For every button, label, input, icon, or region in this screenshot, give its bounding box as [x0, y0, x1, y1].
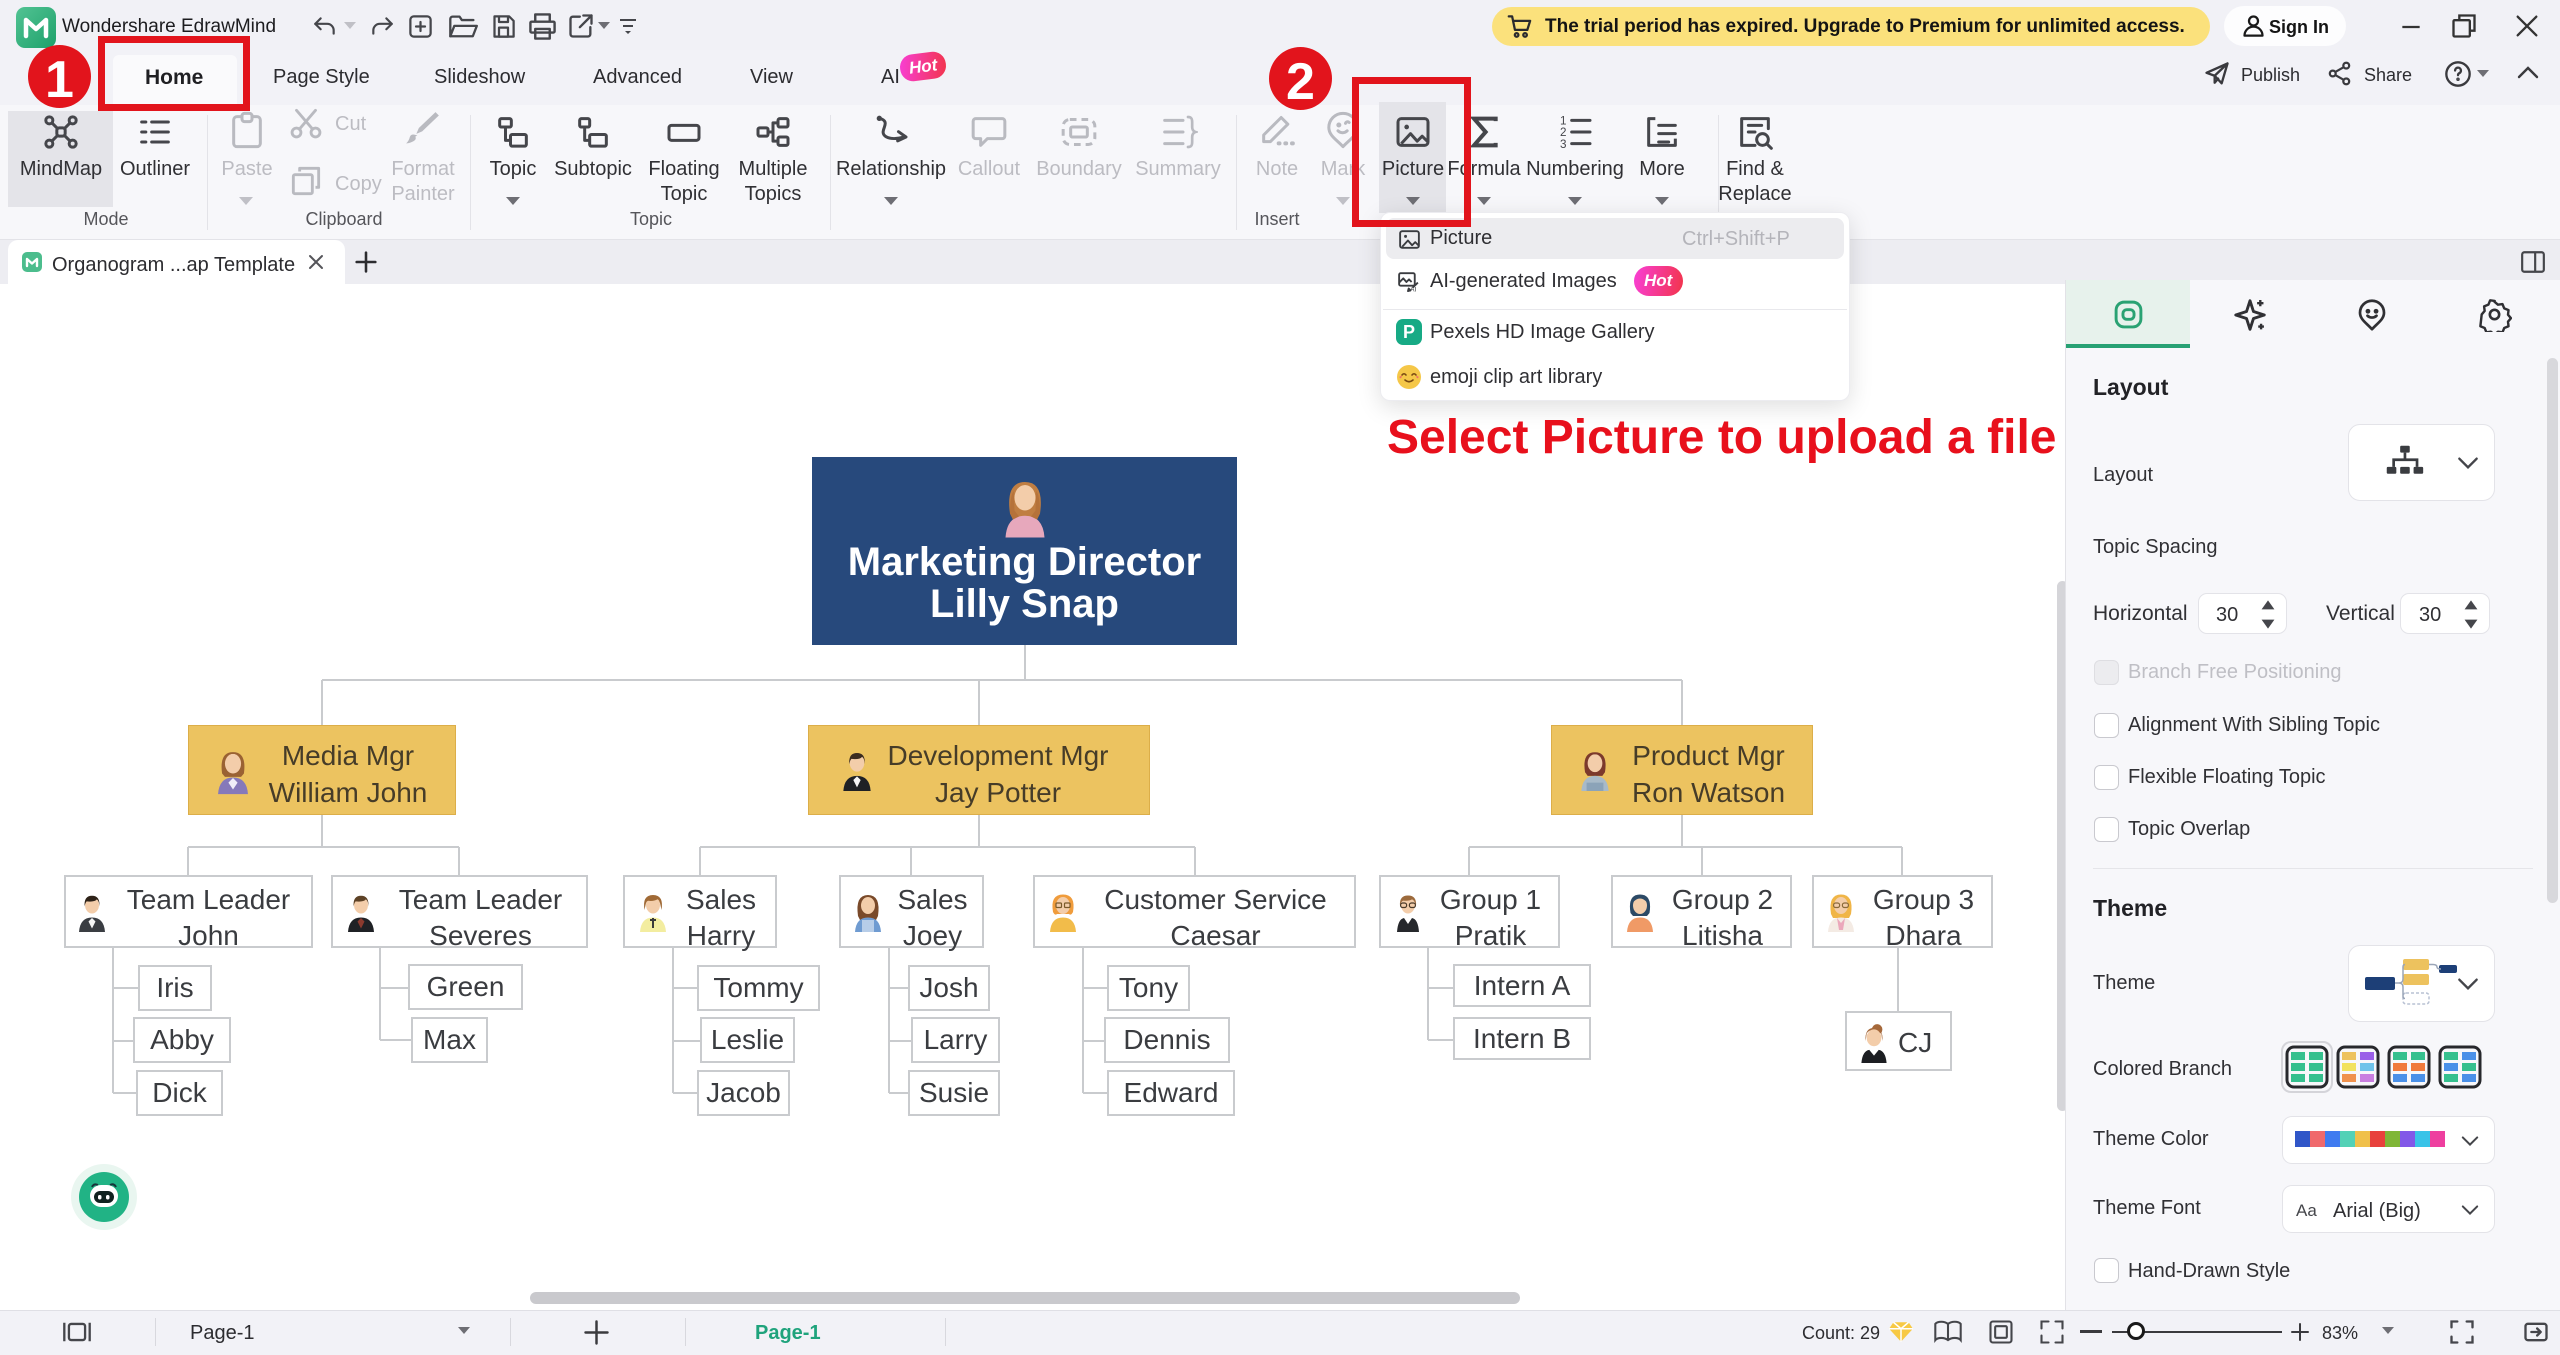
svg-text:AI: AI	[1410, 286, 1417, 293]
